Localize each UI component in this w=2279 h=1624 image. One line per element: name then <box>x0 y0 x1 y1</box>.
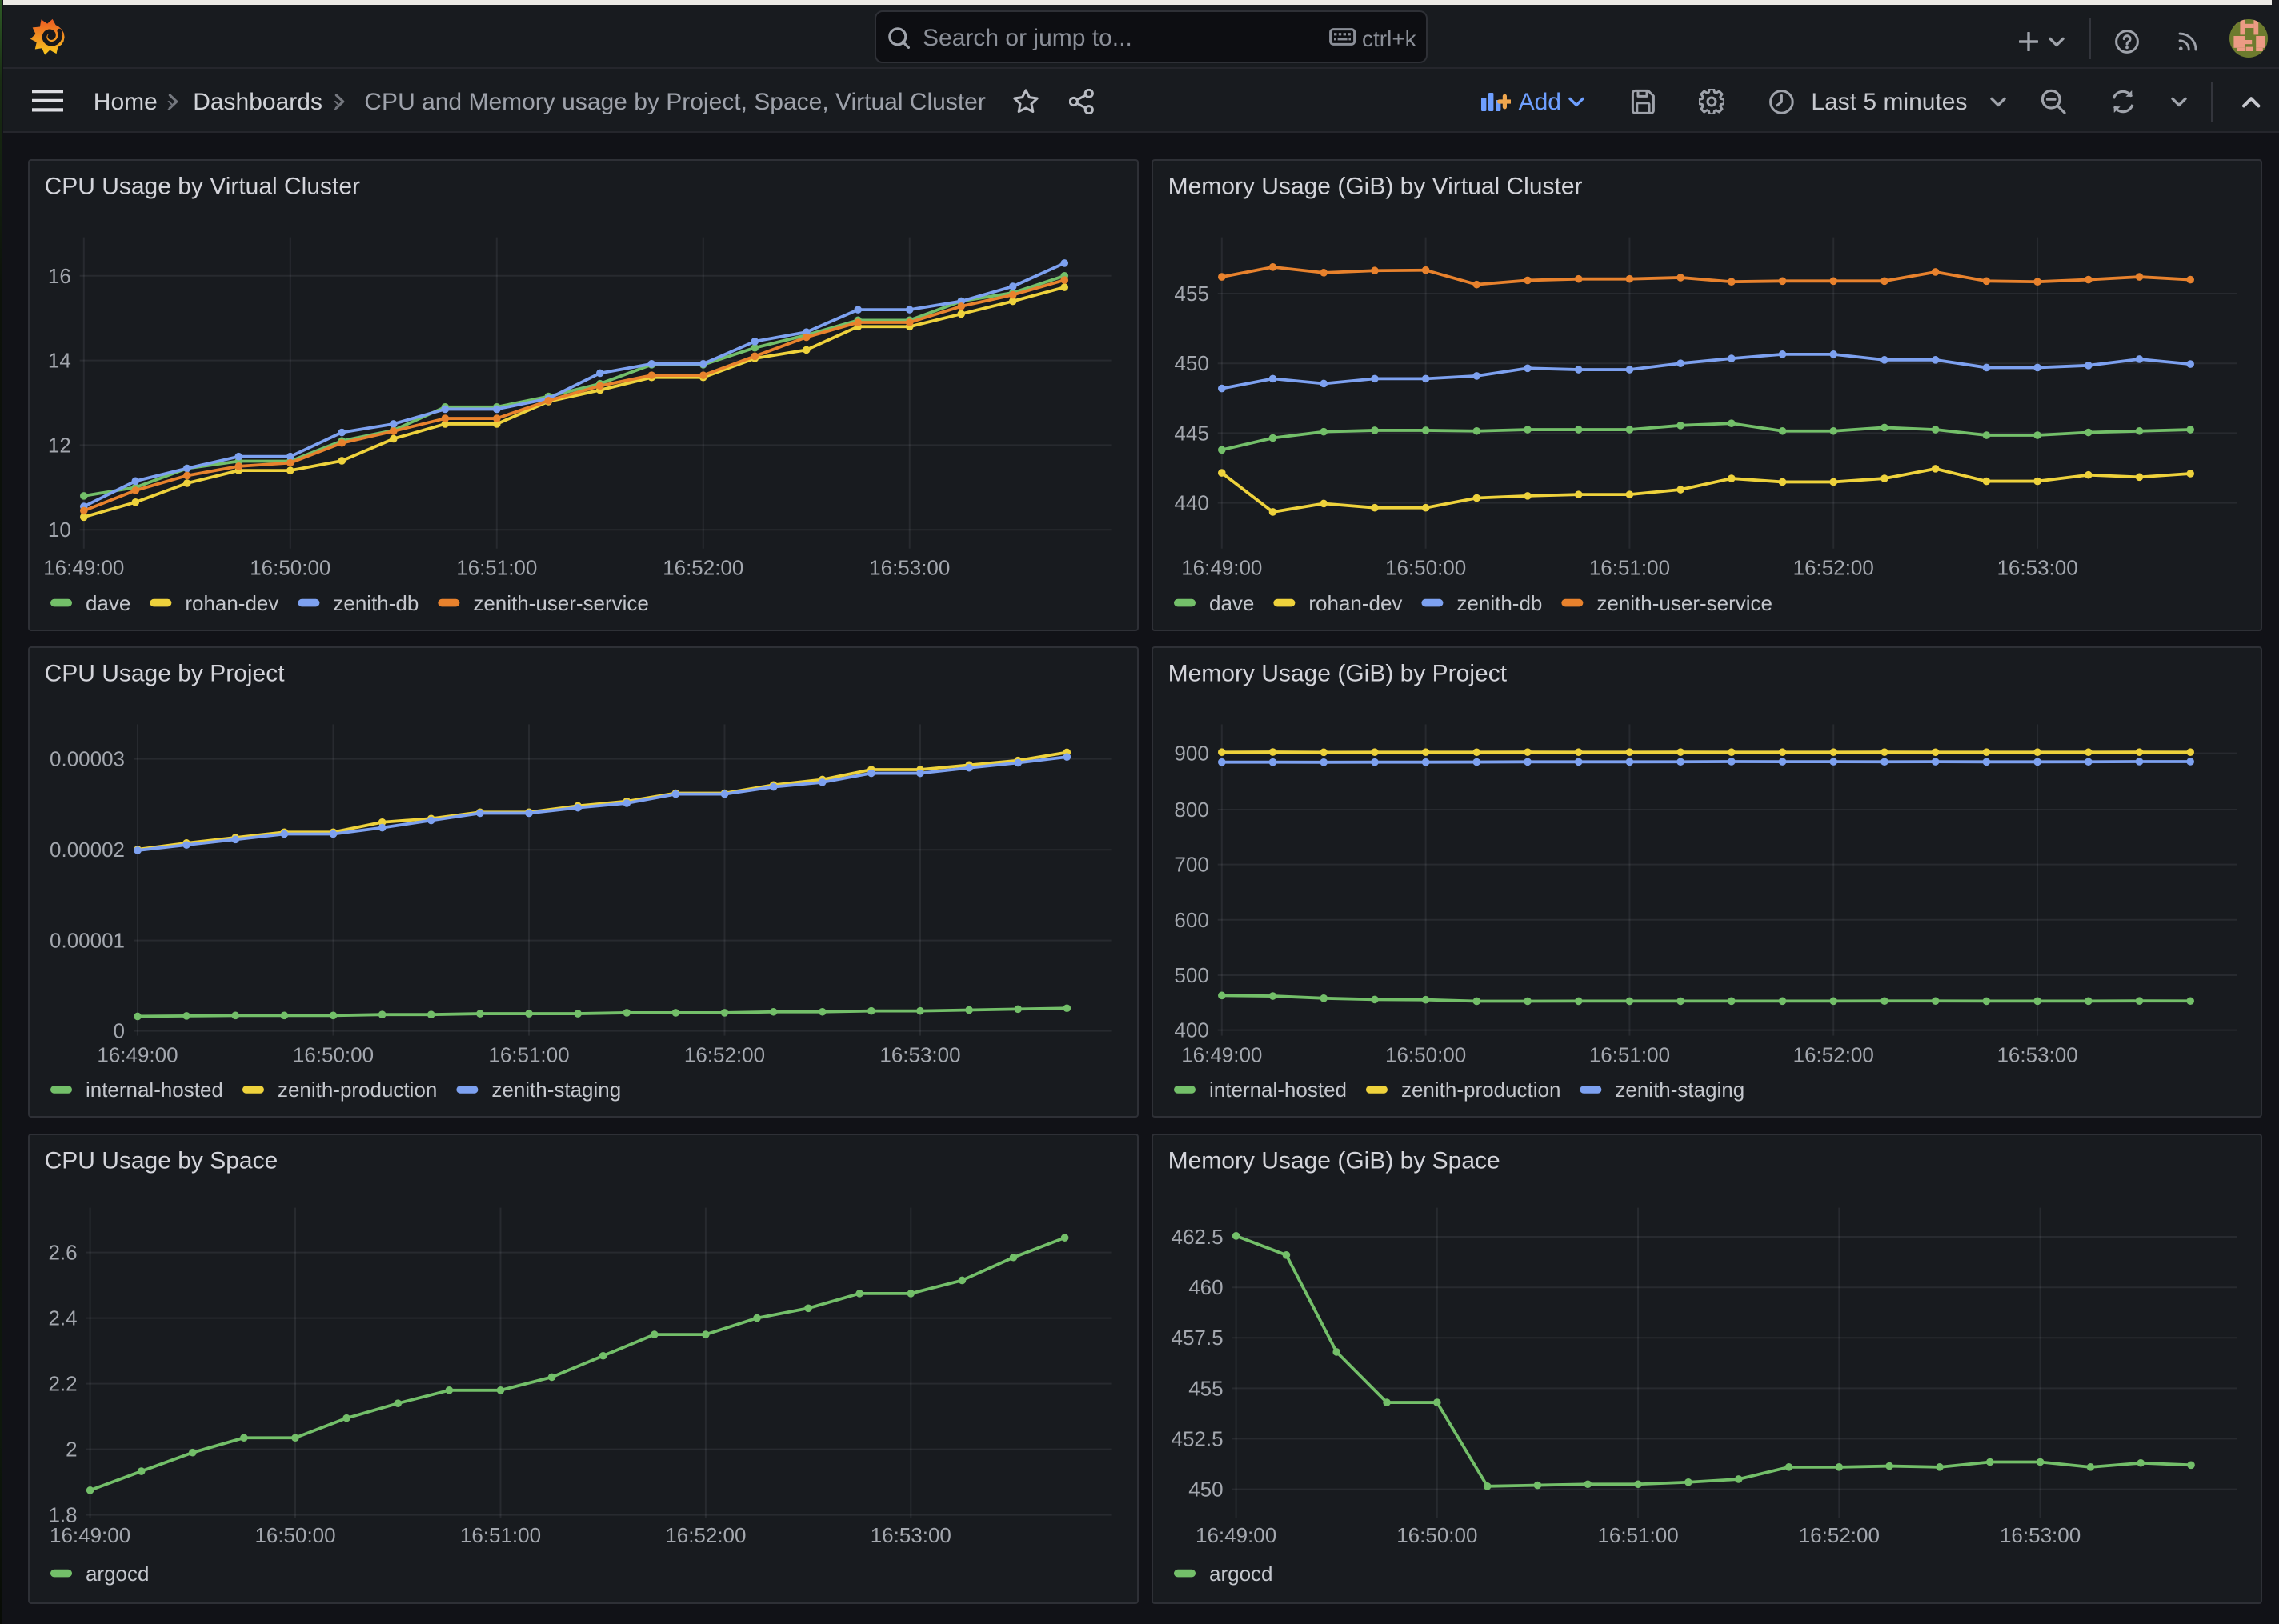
svg-text:455: 455 <box>1189 1377 1224 1401</box>
svg-text:dave: dave <box>1209 591 1254 615</box>
svg-text:600: 600 <box>1175 908 1209 932</box>
svg-text:CPU Usage by Space: CPU Usage by Space <box>45 1148 278 1174</box>
svg-text:16:50:00: 16:50:00 <box>1397 1523 1478 1547</box>
svg-text:internal-hosted: internal-hosted <box>1209 1078 1347 1102</box>
svg-text:16:51:00: 16:51:00 <box>460 1523 541 1547</box>
svg-text:16:51:00: 16:51:00 <box>456 556 537 580</box>
svg-text:zenith-staging: zenith-staging <box>491 1078 621 1102</box>
svg-text:16:53:00: 16:53:00 <box>1997 556 2078 580</box>
svg-text:16:49:00: 16:49:00 <box>43 556 124 580</box>
svg-text:0.00002: 0.00002 <box>50 838 125 862</box>
svg-text:2.2: 2.2 <box>48 1372 77 1396</box>
svg-text:zenith-user-service: zenith-user-service <box>1597 591 1773 615</box>
svg-text:16: 16 <box>48 264 71 288</box>
svg-text:16:49:00: 16:49:00 <box>1196 1523 1276 1547</box>
svg-text:2: 2 <box>66 1438 77 1462</box>
svg-text:16:53:00: 16:53:00 <box>869 556 950 580</box>
svg-text:16:49:00: 16:49:00 <box>97 1042 178 1066</box>
svg-text:16:51:00: 16:51:00 <box>1589 1042 1670 1066</box>
svg-text:16:53:00: 16:53:00 <box>1997 1042 2078 1066</box>
svg-text:700: 700 <box>1175 853 1209 877</box>
svg-text:16:53:00: 16:53:00 <box>879 1042 960 1066</box>
svg-text:zenith-production: zenith-production <box>1401 1078 1560 1102</box>
svg-text:internal-hosted: internal-hosted <box>86 1078 223 1102</box>
svg-text:16:52:00: 16:52:00 <box>684 1042 765 1066</box>
svg-text:16:50:00: 16:50:00 <box>250 556 330 580</box>
svg-text:800: 800 <box>1175 798 1209 822</box>
svg-text:rohan-dev: rohan-dev <box>185 591 278 615</box>
svg-text:16:49:00: 16:49:00 <box>50 1523 130 1547</box>
svg-text:zenith-db: zenith-db <box>1457 591 1543 615</box>
svg-text:zenith-production: zenith-production <box>278 1078 437 1102</box>
svg-text:16:51:00: 16:51:00 <box>1589 556 1670 580</box>
svg-text:900: 900 <box>1175 742 1209 766</box>
svg-text:16:50:00: 16:50:00 <box>1385 1042 1466 1066</box>
svg-text:zenith-user-service: zenith-user-service <box>473 591 649 615</box>
svg-text:16:50:00: 16:50:00 <box>1385 556 1466 580</box>
svg-text:16:52:00: 16:52:00 <box>1793 556 1874 580</box>
svg-text:16:52:00: 16:52:00 <box>1799 1523 1880 1547</box>
svg-text:0.00003: 0.00003 <box>50 747 125 771</box>
svg-text:440: 440 <box>1175 491 1209 515</box>
svg-text:Memory Usage (GiB) by Project: Memory Usage (GiB) by Project <box>1168 661 1508 687</box>
svg-text:450: 450 <box>1175 351 1209 375</box>
svg-text:dave: dave <box>86 591 130 615</box>
svg-text:16:52:00: 16:52:00 <box>663 556 743 580</box>
svg-text:16:50:00: 16:50:00 <box>254 1523 335 1547</box>
svg-text:400: 400 <box>1175 1018 1209 1042</box>
svg-text:zenith-db: zenith-db <box>333 591 419 615</box>
svg-text:452.5: 452.5 <box>1172 1427 1224 1451</box>
svg-text:14: 14 <box>48 349 71 373</box>
svg-text:CPU Usage by Virtual Cluster: CPU Usage by Virtual Cluster <box>45 174 360 200</box>
svg-text:0: 0 <box>114 1019 125 1043</box>
svg-text:16:52:00: 16:52:00 <box>665 1523 746 1547</box>
svg-text:Memory Usage (GiB) by Space: Memory Usage (GiB) by Space <box>1168 1148 1500 1174</box>
svg-text:0.00001: 0.00001 <box>50 929 125 953</box>
svg-text:16:49:00: 16:49:00 <box>1182 1042 1263 1066</box>
svg-text:16:50:00: 16:50:00 <box>293 1042 374 1066</box>
svg-text:argocd: argocd <box>1209 1562 1273 1586</box>
svg-text:16:51:00: 16:51:00 <box>488 1042 569 1066</box>
svg-text:457.5: 457.5 <box>1172 1326 1224 1350</box>
svg-text:16:53:00: 16:53:00 <box>2000 1523 2081 1547</box>
svg-text:16:49:00: 16:49:00 <box>1182 556 1263 580</box>
svg-text:CPU Usage by Project: CPU Usage by Project <box>45 661 286 687</box>
svg-text:2.6: 2.6 <box>48 1241 77 1265</box>
svg-text:12: 12 <box>48 433 71 457</box>
svg-text:455: 455 <box>1175 282 1209 306</box>
svg-text:460: 460 <box>1189 1275 1224 1299</box>
svg-text:argocd: argocd <box>86 1562 149 1586</box>
svg-text:16:53:00: 16:53:00 <box>871 1523 951 1547</box>
svg-text:Memory Usage (GiB) by Virtual: Memory Usage (GiB) by Virtual Cluster <box>1168 174 1583 200</box>
svg-text:16:51:00: 16:51:00 <box>1598 1523 1679 1547</box>
svg-text:16:52:00: 16:52:00 <box>1793 1042 1874 1066</box>
svg-text:zenith-staging: zenith-staging <box>1616 1078 1745 1102</box>
svg-text:450: 450 <box>1189 1478 1224 1502</box>
svg-text:rohan-dev: rohan-dev <box>1309 591 1403 615</box>
svg-text:10: 10 <box>48 518 71 542</box>
svg-text:445: 445 <box>1175 421 1209 445</box>
svg-text:2.4: 2.4 <box>48 1306 77 1330</box>
svg-text:500: 500 <box>1175 963 1209 987</box>
svg-text:462.5: 462.5 <box>1172 1225 1224 1249</box>
